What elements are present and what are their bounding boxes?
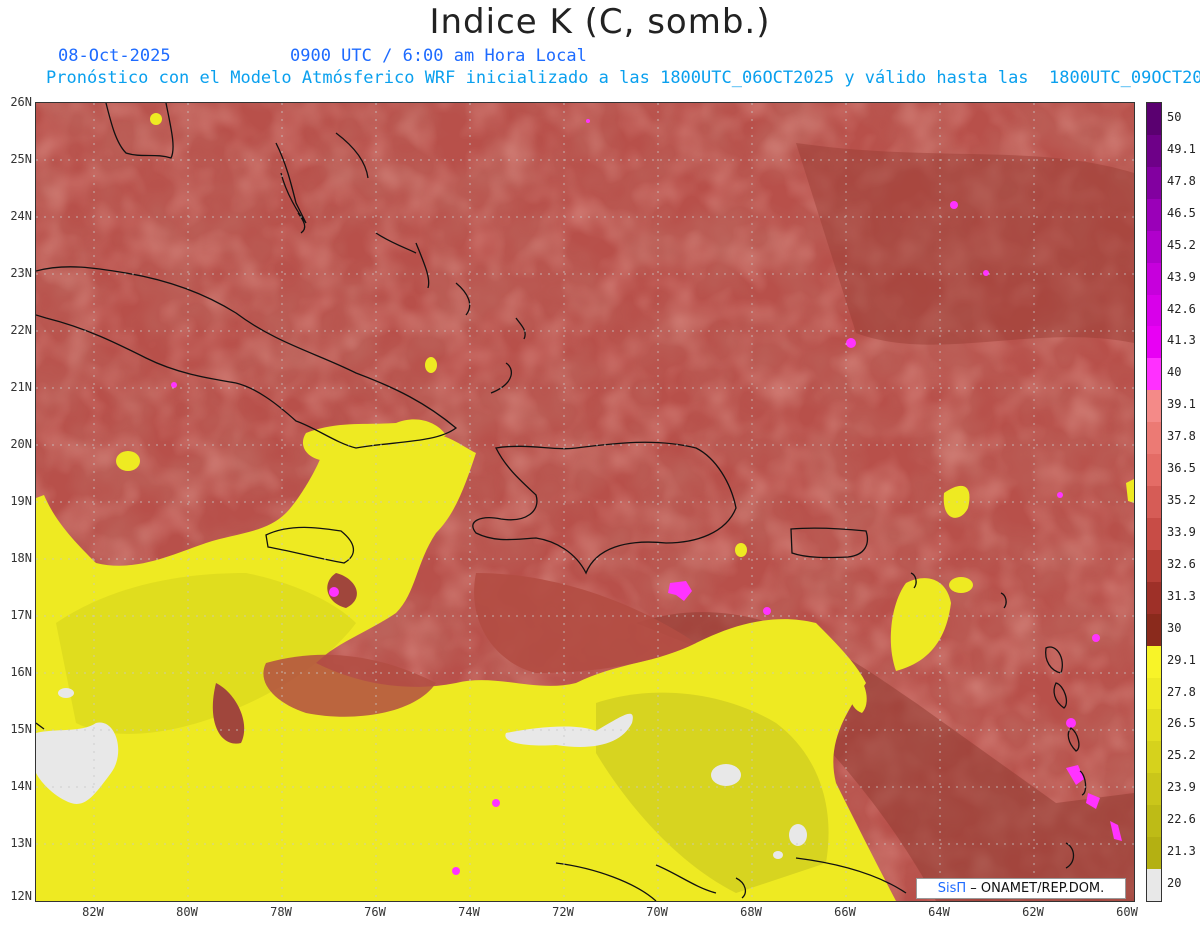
lat-label: 17N bbox=[10, 608, 32, 622]
colorbar-cell bbox=[1147, 613, 1161, 646]
lat-label: 15N bbox=[10, 722, 32, 736]
lon-label: 72W bbox=[552, 905, 574, 919]
credit-box: SisΠ – ONAMET/REP.DOM. bbox=[916, 878, 1126, 899]
yellow-patch-6 bbox=[735, 543, 747, 557]
colorbar-cell bbox=[1147, 677, 1161, 710]
credit-text: – ONAMET/REP.DOM. bbox=[970, 881, 1105, 896]
colorbar-cell bbox=[1147, 869, 1161, 902]
colorbar-label: 43.9 bbox=[1167, 269, 1196, 284]
map-canvas bbox=[36, 103, 1134, 901]
lat-label: 19N bbox=[10, 494, 32, 508]
forecast-date: 08-Oct-2025 bbox=[58, 46, 171, 66]
lon-label: 66W bbox=[834, 905, 856, 919]
colorbar-label: 32.6 bbox=[1167, 556, 1196, 571]
colorbar-label: 22.6 bbox=[1167, 812, 1196, 827]
lon-label: 64W bbox=[928, 905, 950, 919]
colorbar-label: 41.3 bbox=[1167, 333, 1196, 348]
colorbar-cell bbox=[1147, 103, 1161, 135]
lon-label: 76W bbox=[364, 905, 386, 919]
forecast-time: 0900 UTC / 6:00 am Hora Local bbox=[290, 46, 587, 66]
colorbar-label: 46.5 bbox=[1167, 205, 1196, 220]
yellow-patch-5 bbox=[949, 577, 973, 593]
colorbar-cell bbox=[1147, 358, 1161, 391]
colorbar-label: 47.8 bbox=[1167, 173, 1196, 188]
lat-label: 26N bbox=[10, 95, 32, 109]
colorbar-cell bbox=[1147, 390, 1161, 423]
colorbar-cell bbox=[1147, 709, 1161, 742]
yellow-patch-3 bbox=[150, 113, 162, 125]
colorbar-cell bbox=[1147, 454, 1161, 487]
colorbar-label: 21.3 bbox=[1167, 844, 1196, 859]
colorbar-label: 20 bbox=[1167, 876, 1182, 891]
lon-label: 62W bbox=[1022, 905, 1044, 919]
lat-label: 25N bbox=[10, 152, 32, 166]
colorbar-cell bbox=[1147, 326, 1161, 359]
lon-label: 74W bbox=[458, 905, 480, 919]
yellow-patch-2 bbox=[425, 357, 437, 373]
colorbar-label: 26.5 bbox=[1167, 716, 1196, 731]
colorbar-label: 37.8 bbox=[1167, 429, 1196, 444]
colorbar-cell bbox=[1147, 517, 1161, 550]
lat-label: 13N bbox=[10, 836, 32, 850]
grey-patch-2 bbox=[58, 688, 74, 698]
lon-label: 82W bbox=[82, 905, 104, 919]
colorbar-label: 30 bbox=[1167, 620, 1182, 635]
colorbar-label: 33.9 bbox=[1167, 524, 1196, 539]
colorbar-cell bbox=[1147, 773, 1161, 806]
lat-label: 12N bbox=[10, 889, 32, 903]
colorbar-label: 50 bbox=[1167, 110, 1182, 124]
colorbar-cell bbox=[1147, 294, 1161, 327]
colorbar-cell bbox=[1147, 262, 1161, 295]
lat-label: 20N bbox=[10, 437, 32, 451]
colorbar-cell bbox=[1147, 198, 1161, 231]
lon-label: 68W bbox=[740, 905, 762, 919]
colorbar-cell bbox=[1147, 230, 1161, 263]
colorbar-cell bbox=[1147, 805, 1161, 838]
colorbar-cell bbox=[1147, 581, 1161, 614]
colorbar-label: 35.2 bbox=[1167, 493, 1196, 508]
colorbar-cell bbox=[1147, 422, 1161, 455]
colorbar-label: 29.1 bbox=[1167, 652, 1196, 667]
lat-label: 14N bbox=[10, 779, 32, 793]
colorbar-label: 25.2 bbox=[1167, 748, 1196, 763]
colorbar-label: 39.1 bbox=[1167, 397, 1196, 412]
lon-label: 78W bbox=[270, 905, 292, 919]
colorbar-cell bbox=[1147, 166, 1161, 199]
yellow-patch-1 bbox=[116, 451, 140, 471]
lat-label: 16N bbox=[10, 665, 32, 679]
grey-patch-3 bbox=[711, 764, 741, 786]
colorbar-label: 49.1 bbox=[1167, 141, 1196, 156]
colorbar-cell bbox=[1147, 134, 1161, 167]
colorbar-cell bbox=[1147, 837, 1161, 870]
colorbar-cell bbox=[1147, 645, 1161, 678]
lat-label: 24N bbox=[10, 209, 32, 223]
lon-label: 60W bbox=[1116, 905, 1138, 919]
colorbar-label: 45.2 bbox=[1167, 237, 1196, 252]
lon-label: 70W bbox=[646, 905, 668, 919]
model-description: Pronóstico con el Modelo Atmósferico WRF… bbox=[46, 68, 1200, 88]
lon-label: 80W bbox=[176, 905, 198, 919]
colorbar-label: 31.3 bbox=[1167, 588, 1196, 603]
lat-label: 18N bbox=[10, 551, 32, 565]
k-index-map bbox=[35, 102, 1135, 902]
colorbar-label: 36.5 bbox=[1167, 461, 1196, 476]
lat-label: 23N bbox=[10, 266, 32, 280]
colorbar bbox=[1146, 102, 1162, 902]
lat-label: 22N bbox=[10, 323, 32, 337]
grey-patch-5 bbox=[773, 851, 783, 859]
colorbar-cell bbox=[1147, 741, 1161, 774]
credit-brand: SisΠ bbox=[937, 881, 967, 896]
colorbar-label: 40 bbox=[1167, 365, 1182, 380]
colorbar-label: 23.9 bbox=[1167, 780, 1196, 795]
colorbar-cell bbox=[1147, 549, 1161, 582]
grey-patch-4 bbox=[789, 824, 807, 846]
colorbar-cell bbox=[1147, 486, 1161, 519]
lat-label: 21N bbox=[10, 380, 32, 394]
colorbar-label: 42.6 bbox=[1167, 301, 1196, 316]
map-title: Indice K (C, somb.) bbox=[429, 2, 771, 42]
colorbar-label: 27.8 bbox=[1167, 684, 1196, 699]
